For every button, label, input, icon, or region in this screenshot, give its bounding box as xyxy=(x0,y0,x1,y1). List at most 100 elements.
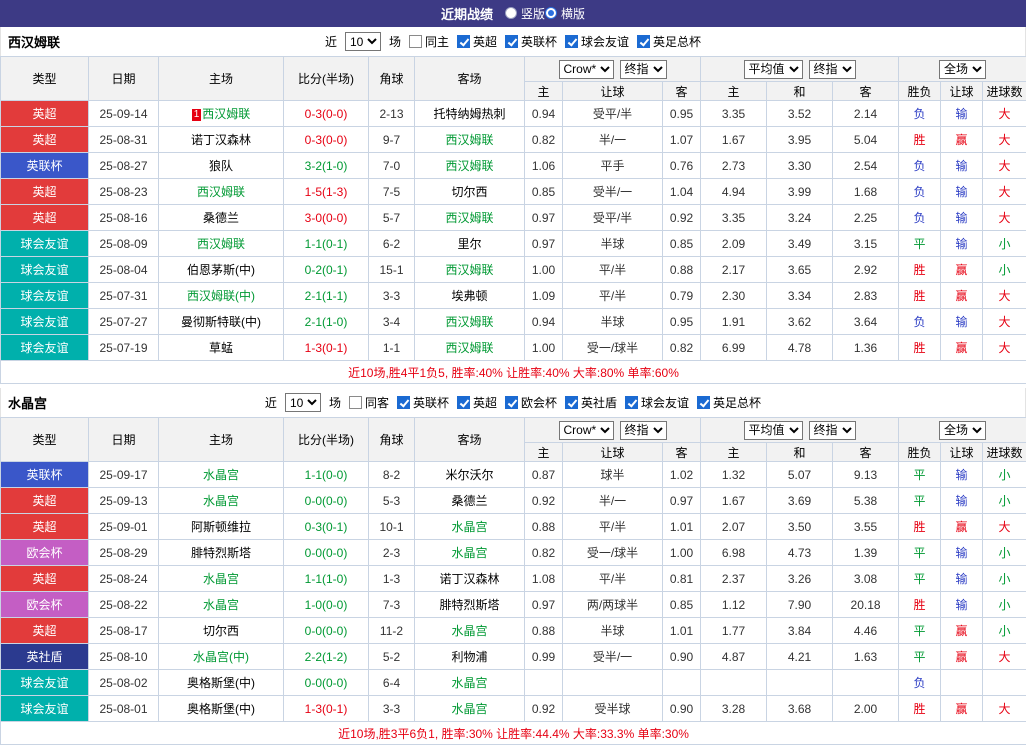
average-odds-select[interactable]: 平均值 xyxy=(744,421,803,440)
goals-result-cell: 大 xyxy=(983,179,1026,205)
date-cell: 25-08-23 xyxy=(89,179,159,205)
column-header: 客场 xyxy=(415,418,525,462)
sub-column-header: 让球 xyxy=(941,443,983,462)
euro-draw-odds: 4.73 xyxy=(767,540,833,566)
radio-label: 横版 xyxy=(561,5,585,22)
euro-odds-group-header: 平均值终指 xyxy=(701,418,899,443)
league-filter[interactable]: 英超 xyxy=(457,33,497,50)
column-header: 角球 xyxy=(369,418,415,462)
away-team-cell: 水晶宫 xyxy=(415,696,525,722)
euro-away-odds: 2.54 xyxy=(833,153,899,179)
date-cell: 25-09-01 xyxy=(89,514,159,540)
handicap-cell: 半球 xyxy=(563,618,663,644)
league-filter-label: 英足总杯 xyxy=(713,394,761,411)
handicap-result-cell: 赢 xyxy=(941,335,983,361)
home-team-cell: 水晶宫(中) xyxy=(159,644,284,670)
final-index-select[interactable]: 终指 xyxy=(809,421,856,440)
asia-home-odds: 0.99 xyxy=(525,644,563,670)
home-team-name: 切尔西 xyxy=(203,624,239,638)
radio-label: 竖版 xyxy=(521,5,545,22)
euro-draw-odds: 4.21 xyxy=(767,644,833,670)
league-filter[interactable]: 英社盾 xyxy=(565,394,617,411)
euro-draw-odds: 3.68 xyxy=(767,696,833,722)
table-row: 球会友谊25-07-27曼彻斯特联(中)2-1(1-0)3-4西汉姆联0.94半… xyxy=(1,309,1026,335)
home-team-cell: 草蜢 xyxy=(159,335,284,361)
home-team-cell: 水晶宫 xyxy=(159,488,284,514)
table-row: 英超25-09-13水晶宫0-0(0-0)5-3桑德兰0.92半/一0.971.… xyxy=(1,488,1026,514)
final-index-select[interactable]: 终指 xyxy=(620,60,667,79)
home-team-name: 阿斯顿维拉 xyxy=(191,520,251,534)
euro-away-odds: 2.25 xyxy=(833,205,899,231)
league-filter[interactable]: 英足总杯 xyxy=(637,33,701,50)
checkbox-checked-icon xyxy=(565,35,578,48)
sub-column-header: 主 xyxy=(701,443,767,462)
table-row: 欧会杯25-08-22水晶宫1-0(0-0)7-3腓特烈斯塔0.97两/两球半0… xyxy=(1,592,1026,618)
win-loss-cell: 平 xyxy=(899,462,941,488)
final-index-select[interactable]: 终指 xyxy=(809,60,856,79)
column-header: 比分(半场) xyxy=(284,57,369,101)
away-team-cell: 西汉姆联 xyxy=(415,335,525,361)
score-cell: 1-1(0-0) xyxy=(284,462,369,488)
date-cell: 25-08-01 xyxy=(89,696,159,722)
checkbox-icon xyxy=(349,396,362,409)
league-filter[interactable]: 英联杯 xyxy=(505,33,557,50)
home-team-name: 草蜢 xyxy=(209,341,233,355)
odds-provider-select[interactable]: Crow* xyxy=(559,60,614,79)
full-match-select[interactable]: 全场 xyxy=(939,60,986,79)
goals-result-cell: 小 xyxy=(983,592,1026,618)
corner-cell: 3-3 xyxy=(369,283,415,309)
league-type-badge: 球会友谊 xyxy=(1,283,89,309)
league-filter[interactable]: 欧会杯 xyxy=(505,394,557,411)
win-loss-cell: 平 xyxy=(899,540,941,566)
summary-text: 近10场,胜3平6负1, 胜率:30% 让胜率:44.4% 大率:33.3% 单… xyxy=(1,722,1026,745)
results-table: 类型日期主场比分(半场)角球客场Crow*终指平均值终指全场主让球客主和客胜负让… xyxy=(0,417,1026,745)
handicap-result-cell: 输 xyxy=(941,153,983,179)
euro-home-odds: 2.17 xyxy=(701,257,767,283)
layout-radio-vertical[interactable]: 竖版 xyxy=(505,5,545,22)
away-team-cell: 水晶宫 xyxy=(415,514,525,540)
asia-home-odds: 1.08 xyxy=(525,566,563,592)
home-team-name: 伯恩茅斯(中) xyxy=(187,263,255,277)
euro-draw-odds: 4.78 xyxy=(767,335,833,361)
away-team-name: 水晶宫 xyxy=(451,676,487,690)
recent-count-select[interactable]: 10 xyxy=(345,32,381,51)
euro-home-odds: 4.94 xyxy=(701,179,767,205)
final-index-select[interactable]: 终指 xyxy=(620,421,667,440)
handicap-result-cell: 赢 xyxy=(941,644,983,670)
handicap-cell: 平/半 xyxy=(563,257,663,283)
average-odds-select[interactable]: 平均值 xyxy=(744,60,803,79)
sub-column-header: 客 xyxy=(833,82,899,101)
same-venue-filter[interactable]: 同主 xyxy=(409,33,449,50)
layout-radio-horizontal[interactable]: 横版 xyxy=(545,5,585,22)
league-filter[interactable]: 英超 xyxy=(457,394,497,411)
league-filter[interactable]: 英足总杯 xyxy=(697,394,761,411)
sub-column-header: 客 xyxy=(663,443,701,462)
corner-cell: 2-13 xyxy=(369,101,415,127)
full-match-select[interactable]: 全场 xyxy=(939,421,986,440)
home-team-cell: 阿斯顿维拉 xyxy=(159,514,284,540)
home-team-name: 西汉姆联(中) xyxy=(187,289,255,303)
league-type-badge: 球会友谊 xyxy=(1,696,89,722)
win-loss-cell: 胜 xyxy=(899,283,941,309)
score-cell: 1-3(0-1) xyxy=(284,696,369,722)
league-filter[interactable]: 球会友谊 xyxy=(625,394,689,411)
asia-home-odds: 0.97 xyxy=(525,205,563,231)
summary-text: 近10场,胜4平1负5, 胜率:40% 让胜率:40% 大率:80% 单率:60… xyxy=(1,361,1026,384)
home-team-cell: 水晶宫 xyxy=(159,566,284,592)
score-cell: 1-0(0-0) xyxy=(284,592,369,618)
away-team-cell: 埃弗顿 xyxy=(415,283,525,309)
home-team-cell: 狼队 xyxy=(159,153,284,179)
recent-count-select[interactable]: 10 xyxy=(285,393,321,412)
sub-column-header: 胜负 xyxy=(899,82,941,101)
handicap-result-cell: 输 xyxy=(941,205,983,231)
away-team-name: 西汉姆联 xyxy=(445,133,493,147)
euro-home-odds: 2.73 xyxy=(701,153,767,179)
league-filter[interactable]: 球会友谊 xyxy=(565,33,629,50)
asia-home-odds: 0.88 xyxy=(525,514,563,540)
league-filter[interactable]: 英联杯 xyxy=(397,394,449,411)
checkbox-checked-icon xyxy=(637,35,650,48)
asia-away-odds: 0.76 xyxy=(663,153,701,179)
same-venue-filter[interactable]: 同客 xyxy=(349,394,389,411)
sub-column-header: 让球 xyxy=(563,82,663,101)
odds-provider-select[interactable]: Crow* xyxy=(559,421,614,440)
